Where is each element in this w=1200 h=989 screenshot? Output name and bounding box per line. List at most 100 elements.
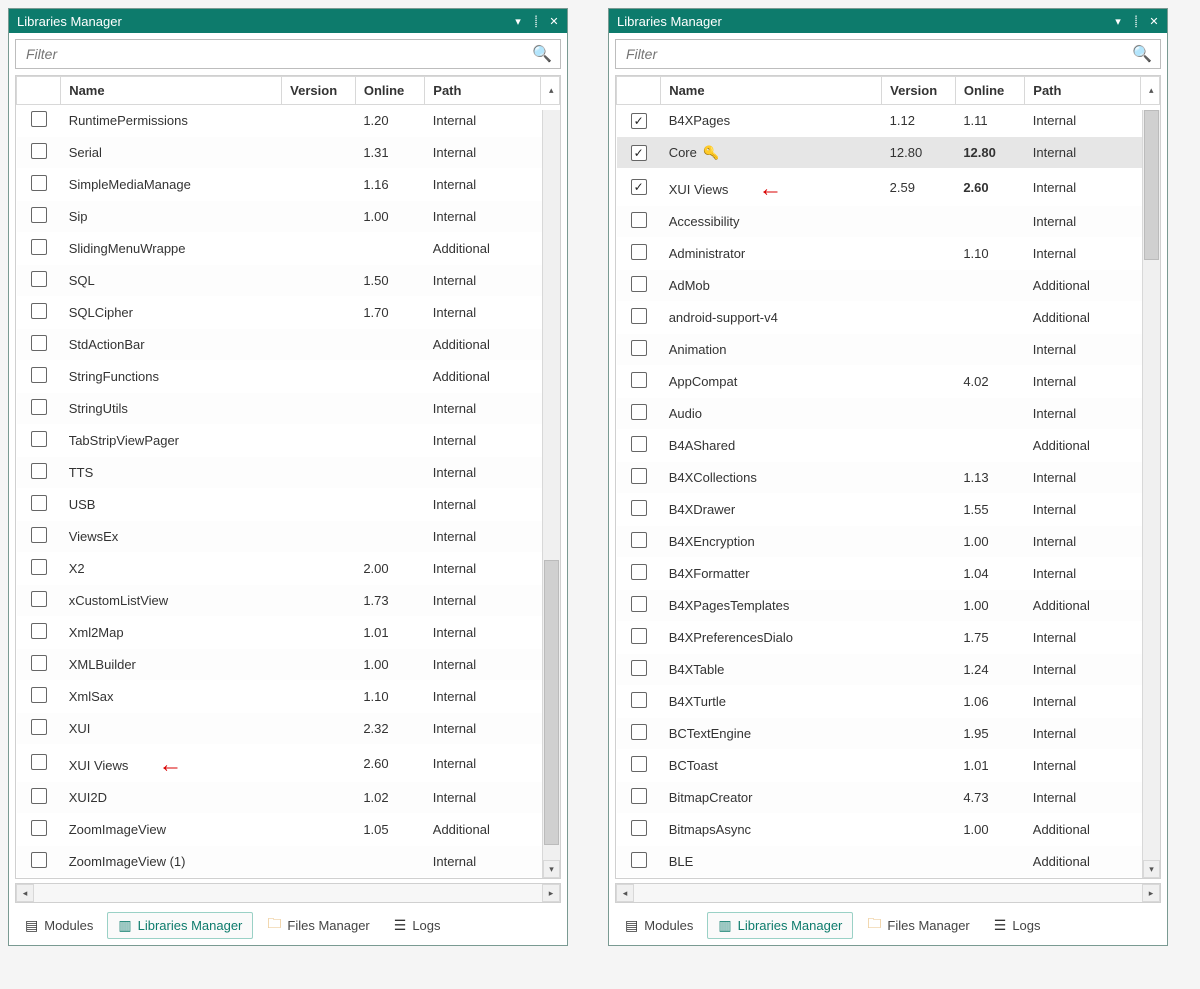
table-row[interactable]: B4XTable1.24Internal — [617, 654, 1160, 686]
table-row[interactable]: XUI2.32Internal — [17, 713, 560, 745]
table-row[interactable]: SimpleMediaManage1.16Internal — [17, 169, 560, 201]
search-icon[interactable]: 🔍 — [1132, 44, 1152, 64]
table-row[interactable]: XUI2D1.02Internal — [17, 782, 560, 814]
library-checkbox[interactable] — [31, 175, 47, 191]
library-checkbox[interactable] — [631, 244, 647, 260]
library-checkbox[interactable] — [631, 468, 647, 484]
tab-libraries-manager[interactable]: ▥Libraries Manager — [707, 912, 853, 939]
table-row[interactable]: B4XPagesTemplates1.00Additional — [617, 590, 1160, 622]
library-checkbox[interactable] — [631, 532, 647, 548]
library-checkbox[interactable] — [31, 788, 47, 804]
library-checkbox[interactable] — [31, 207, 47, 223]
table-row[interactable]: USBInternal — [17, 489, 560, 521]
library-checkbox[interactable] — [31, 655, 47, 671]
vertical-scrollbar[interactable]: ▾ — [542, 110, 560, 878]
table-row[interactable]: BCToast1.01Internal — [617, 750, 1160, 782]
table-row[interactable]: B4XPreferencesDialo1.75Internal — [617, 622, 1160, 654]
scroll-thumb[interactable] — [544, 560, 559, 845]
table-row[interactable]: xCustomListView1.73Internal — [17, 585, 560, 617]
library-checkbox[interactable] — [31, 687, 47, 703]
library-checkbox[interactable] — [31, 335, 47, 351]
library-checkbox[interactable] — [31, 623, 47, 639]
col-name[interactable]: Name — [61, 77, 282, 105]
table-row[interactable]: ViewsExInternal — [17, 521, 560, 553]
horizontal-scrollbar[interactable]: ◂ ▸ — [15, 883, 561, 903]
table-row[interactable]: BLEAdditional — [617, 846, 1160, 878]
library-checkbox[interactable] — [31, 559, 47, 575]
table-row[interactable]: android-support-v4Additional — [617, 302, 1160, 334]
library-checkbox[interactable] — [31, 495, 47, 511]
table-row[interactable]: AccessibilityInternal — [617, 206, 1160, 238]
scroll-down-button[interactable]: ▾ — [1143, 860, 1160, 878]
library-checkbox[interactable] — [631, 820, 647, 836]
col-path[interactable]: Path — [1025, 77, 1141, 105]
table-row[interactable]: StdActionBarAdditional — [17, 329, 560, 361]
library-checkbox[interactable] — [631, 564, 647, 580]
library-checkbox[interactable]: ✓ — [631, 145, 647, 161]
scroll-right-button[interactable]: ▸ — [542, 884, 560, 902]
library-checkbox[interactable] — [31, 463, 47, 479]
library-checkbox[interactable] — [31, 820, 47, 836]
library-checkbox[interactable] — [631, 276, 647, 292]
close-icon[interactable]: ✕ — [545, 12, 563, 30]
library-checkbox[interactable] — [31, 591, 47, 607]
library-checkbox[interactable] — [31, 527, 47, 543]
table-row[interactable]: AppCompat4.02Internal — [617, 366, 1160, 398]
scroll-down-button[interactable]: ▾ — [543, 860, 560, 878]
table-row[interactable]: ✓XUI Views←2.592.60Internal — [617, 169, 1160, 206]
library-checkbox[interactable] — [631, 500, 647, 516]
tab-modules[interactable]: ▤Modules — [15, 913, 103, 938]
library-checkbox[interactable] — [31, 852, 47, 868]
table-row[interactable]: X22.00Internal — [17, 553, 560, 585]
table-row[interactable]: XMLBuilder1.00Internal — [17, 649, 560, 681]
scroll-up-button[interactable]: ▴ — [541, 77, 560, 105]
library-checkbox[interactable] — [31, 239, 47, 255]
library-checkbox[interactable] — [31, 271, 47, 287]
library-checkbox[interactable] — [31, 143, 47, 159]
table-row[interactable]: Serial1.31Internal — [17, 137, 560, 169]
scroll-left-button[interactable]: ◂ — [616, 884, 634, 902]
library-checkbox[interactable] — [31, 111, 47, 127]
col-version[interactable]: Version — [282, 77, 356, 105]
library-checkbox[interactable] — [631, 308, 647, 324]
pin-icon[interactable]: ⸽ — [1127, 12, 1145, 30]
table-row[interactable]: XUI Views←2.60Internal — [17, 745, 560, 782]
dropdown-icon[interactable]: ▾ — [1109, 12, 1127, 30]
table-row[interactable]: Administrator1.10Internal — [617, 238, 1160, 270]
table-row[interactable]: AnimationInternal — [617, 334, 1160, 366]
table-row[interactable]: StringFunctionsAdditional — [17, 361, 560, 393]
scroll-left-button[interactable]: ◂ — [16, 884, 34, 902]
library-checkbox[interactable] — [31, 719, 47, 735]
col-path[interactable]: Path — [425, 77, 541, 105]
table-row[interactable]: B4ASharedAdditional — [617, 430, 1160, 462]
tab-files-manager[interactable]: 🗀Files Manager — [857, 909, 979, 941]
col-check[interactable] — [617, 77, 661, 105]
table-row[interactable]: B4XEncryption1.00Internal — [617, 526, 1160, 558]
table-row[interactable]: SlidingMenuWrappeAdditional — [17, 233, 560, 265]
dropdown-icon[interactable]: ▾ — [509, 12, 527, 30]
library-checkbox[interactable] — [31, 367, 47, 383]
table-row[interactable]: SQL1.50Internal — [17, 265, 560, 297]
library-checkbox[interactable] — [631, 436, 647, 452]
library-checkbox[interactable] — [631, 596, 647, 612]
library-checkbox[interactable] — [31, 303, 47, 319]
col-online[interactable]: Online — [955, 77, 1024, 105]
library-checkbox[interactable] — [631, 628, 647, 644]
table-row[interactable]: RuntimePermissions1.20Internal — [17, 105, 560, 137]
library-checkbox[interactable] — [631, 724, 647, 740]
search-icon[interactable]: 🔍 — [532, 44, 552, 64]
tab-files-manager[interactable]: 🗀Files Manager — [257, 909, 379, 941]
col-version[interactable]: Version — [882, 77, 956, 105]
table-row[interactable]: ✓B4XPages1.121.11Internal — [617, 105, 1160, 137]
table-row[interactable]: BitmapCreator4.73Internal — [617, 782, 1160, 814]
table-row[interactable]: ✓Core🔑12.8012.80Internal — [617, 137, 1160, 169]
filter-input[interactable] — [24, 45, 532, 63]
table-row[interactable]: BCTextEngine1.95Internal — [617, 718, 1160, 750]
table-row[interactable]: TTSInternal — [17, 457, 560, 489]
library-checkbox[interactable] — [631, 212, 647, 228]
col-check[interactable] — [17, 77, 61, 105]
library-checkbox[interactable] — [631, 852, 647, 868]
table-row[interactable]: AdMobAdditional — [617, 270, 1160, 302]
scroll-right-button[interactable]: ▸ — [1142, 884, 1160, 902]
library-checkbox[interactable] — [631, 692, 647, 708]
